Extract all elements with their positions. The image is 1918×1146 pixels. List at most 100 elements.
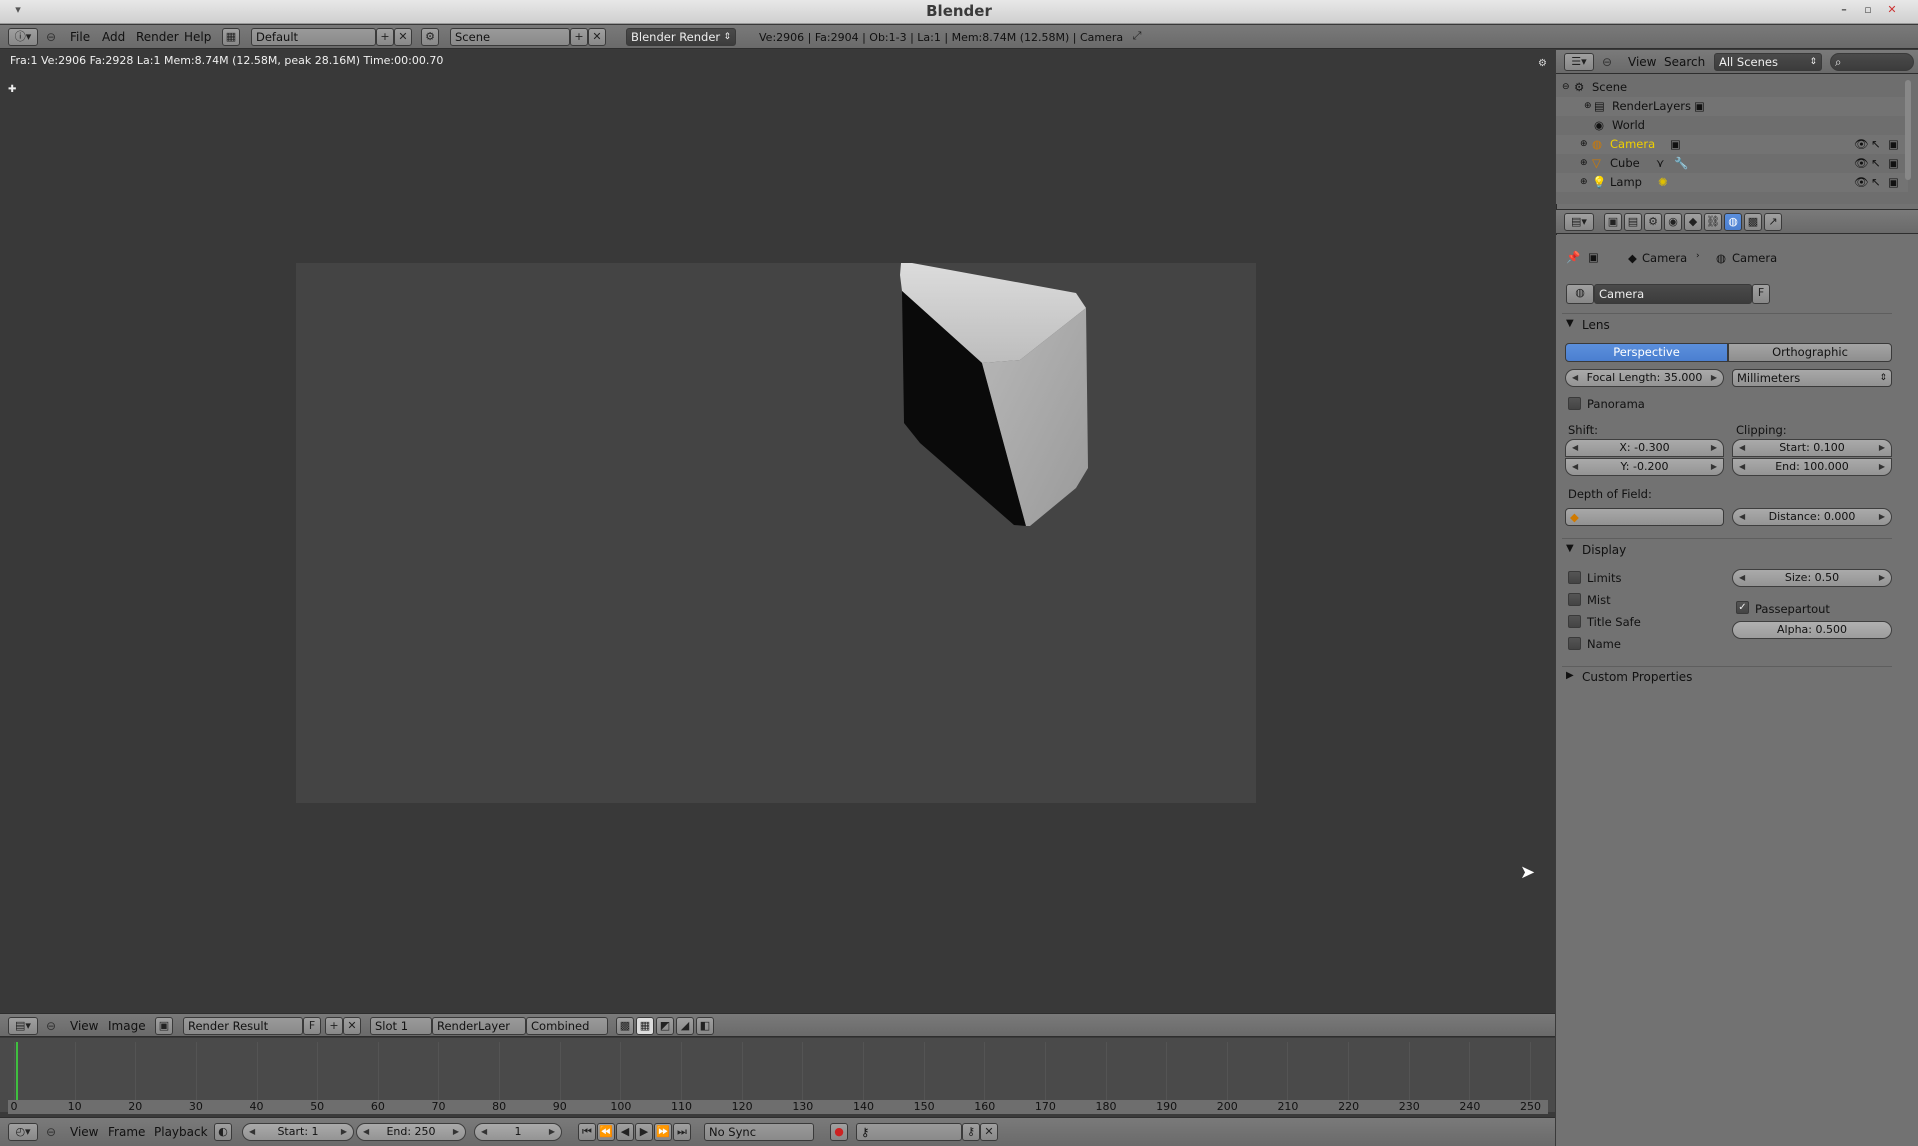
unlink-image-icon[interactable]: ✕ [343,1017,361,1035]
editor-type-info-icon[interactable]: ⓘ▾ [8,28,38,46]
mist-checkbox[interactable] [1568,593,1581,606]
collapse-icon[interactable]: ⊖ [1562,78,1570,97]
menu-file[interactable]: File [70,29,90,46]
orthographic-button[interactable]: Orthographic [1728,343,1892,362]
expand-icon[interactable]: ⊕ [1580,173,1588,192]
alpha-icon[interactable]: ▦ [636,1017,654,1035]
dof-object-field[interactable]: ◆ [1565,508,1724,526]
scroll-handle-icon[interactable]: ✚ [8,84,16,95]
visibility-eye-icon[interactable]: 👁 [1854,154,1869,173]
record-icon[interactable]: ● [830,1123,848,1141]
remove-layout-icon[interactable]: ✕ [394,28,412,46]
screen-layout-icon[interactable]: ▦ [222,28,240,46]
render-layers-tab-icon[interactable]: ▤ [1624,213,1642,231]
add-layout-icon[interactable]: + [376,28,394,46]
start-frame-field[interactable]: ◀ Start: 1 ▶ [242,1123,354,1141]
render-tab-icon[interactable]: ▣ [1604,213,1622,231]
size-field[interactable]: ◀ Size: 0.50 ▶ [1732,569,1892,587]
remove-scene-icon[interactable]: ✕ [588,28,606,46]
new-image-icon[interactable]: + [325,1017,343,1035]
scene-icon[interactable]: ⚙ [421,28,439,46]
minimize-icon[interactable]: – [1834,2,1854,18]
camera-browse-icon[interactable]: ◍ [1566,284,1594,304]
editor-type-timeline-icon[interactable]: ◴▾ [8,1123,38,1141]
lens-unit-select[interactable]: Millimeters ⇕ [1732,369,1892,387]
menu-view[interactable]: View [70,1018,98,1035]
panel-expanded-icon[interactable]: ▼ [1566,318,1574,329]
name-checkbox[interactable] [1568,637,1581,650]
jump-start-icon[interactable]: ⏮ [578,1123,596,1141]
visibility-eye-icon[interactable]: 👁 [1854,135,1869,154]
camera-data-tab-icon[interactable]: ◍ [1724,213,1742,231]
world-tab-icon[interactable]: ◉ [1664,213,1682,231]
constraints-tab-icon[interactable]: ⛓ [1704,213,1722,231]
play-icon[interactable]: ▶ [635,1123,653,1141]
render-camera-icon[interactable]: ▣ [1888,154,1899,173]
display-mode-select[interactable]: All Scenes ⇕ [1714,53,1822,71]
maximize-icon[interactable]: ▫ [1858,2,1878,18]
outliner-search-input[interactable]: ⌕ [1830,53,1914,71]
render-camera-icon[interactable]: ▣ [1888,173,1899,192]
editor-type-image-icon[interactable]: ▤▾ [8,1017,38,1035]
custom-properties-panel-title[interactable]: Custom Properties [1582,670,1692,684]
pin-icon[interactable]: 📌 [1566,250,1580,264]
collapse-menu-icon[interactable]: ⊖ [46,1124,56,1141]
menu-help[interactable]: Help [184,29,211,46]
panorama-checkbox[interactable] [1568,397,1581,410]
play-reverse-icon[interactable]: ◀ [616,1123,634,1141]
display-panel-title[interactable]: Display [1582,543,1626,557]
collapse-menu-icon[interactable]: ⊖ [1602,54,1612,71]
render-engine-select[interactable]: Blender Render ⇕ [626,28,736,46]
passepartout-checkbox[interactable]: ✓ [1736,601,1749,614]
clip-end-field[interactable]: ◀ End: 100.000 ▶ [1732,458,1892,476]
panel-expanded-icon[interactable]: ▼ [1566,543,1574,554]
clip-start-field[interactable]: ◀ Start: 0.100 ▶ [1732,439,1892,457]
outliner-item-camera[interactable]: ⊕ ◍ Camera ▣ 👁 ↖ ▣ [1556,135,1908,154]
editor-type-properties-icon[interactable]: ▤▾ [1564,213,1594,231]
outliner-item-world[interactable]: ◉ World [1556,116,1908,135]
slot-select[interactable]: Slot 1 [370,1017,432,1035]
scene-field[interactable]: Scene [450,28,570,46]
window-menu-icon[interactable]: ▾ [8,2,28,18]
alpha-slider[interactable]: Alpha: 0.500 [1732,621,1892,639]
screen-layout-field[interactable]: Default [251,28,376,46]
visibility-eye-icon[interactable]: 👁 [1854,173,1869,192]
shift-y-field[interactable]: ◀ Y: -0.200 ▶ [1565,458,1724,476]
menu-add[interactable]: Add [102,29,125,46]
outliner-scrollbar[interactable] [1905,80,1911,180]
render-camera-icon[interactable]: ▣ [1888,135,1899,154]
perspective-button[interactable]: Perspective [1565,343,1728,362]
shift-x-field[interactable]: ◀ X: -0.300 ▶ [1565,439,1724,457]
menu-playback[interactable]: Playback [154,1124,208,1141]
jump-end-icon[interactable]: ⏭ [673,1123,691,1141]
add-scene-icon[interactable]: + [570,28,588,46]
end-frame-field[interactable]: ◀ End: 250 ▶ [356,1123,466,1141]
select-arrow-icon[interactable]: ↖ [1871,154,1881,173]
jump-keyframe-back-icon[interactable]: ⏪ [597,1123,615,1141]
keying-set-field[interactable]: ⚷ [856,1123,962,1141]
jump-keyframe-forward-icon[interactable]: ⏩ [654,1123,672,1141]
expand-icon[interactable]: ⊕ [1580,135,1588,154]
delete-keyframe-icon[interactable]: ✕ [980,1123,998,1141]
collapse-menu-icon[interactable]: ⊖ [46,1018,56,1035]
camera-datablock-field[interactable]: Camera [1594,284,1752,304]
close-icon[interactable]: ✕ [1882,2,1902,18]
object-tab-icon[interactable]: ◆ [1684,213,1702,231]
select-arrow-icon[interactable]: ↖ [1871,173,1881,192]
expand-icon[interactable]: ⊕ [1584,97,1592,116]
menu-view[interactable]: View [1628,54,1656,71]
keying-icon[interactable]: ◐ [214,1123,232,1141]
render-pass-select[interactable]: Combined [526,1017,608,1035]
outliner-item-lamp[interactable]: ⊕ 💡 Lamp ✺ 👁 ↖ ▣ [1556,173,1908,192]
select-arrow-icon[interactable]: ↖ [1871,135,1881,154]
lens-panel-title[interactable]: Lens [1582,318,1610,332]
current-frame-marker[interactable] [16,1042,18,1102]
z-buffer-icon[interactable]: ◩ [656,1017,674,1035]
fullscreen-icon[interactable]: ⤢ [1128,28,1146,46]
menu-render[interactable]: Render [136,29,179,46]
editor-type-outliner-icon[interactable]: ☰▾ [1564,53,1594,71]
image-name-field[interactable]: Render Result [183,1017,303,1035]
collapse-menu-icon[interactable]: ⊖ [46,29,56,46]
menu-search[interactable]: Search [1664,54,1705,71]
menu-view[interactable]: View [70,1124,98,1141]
